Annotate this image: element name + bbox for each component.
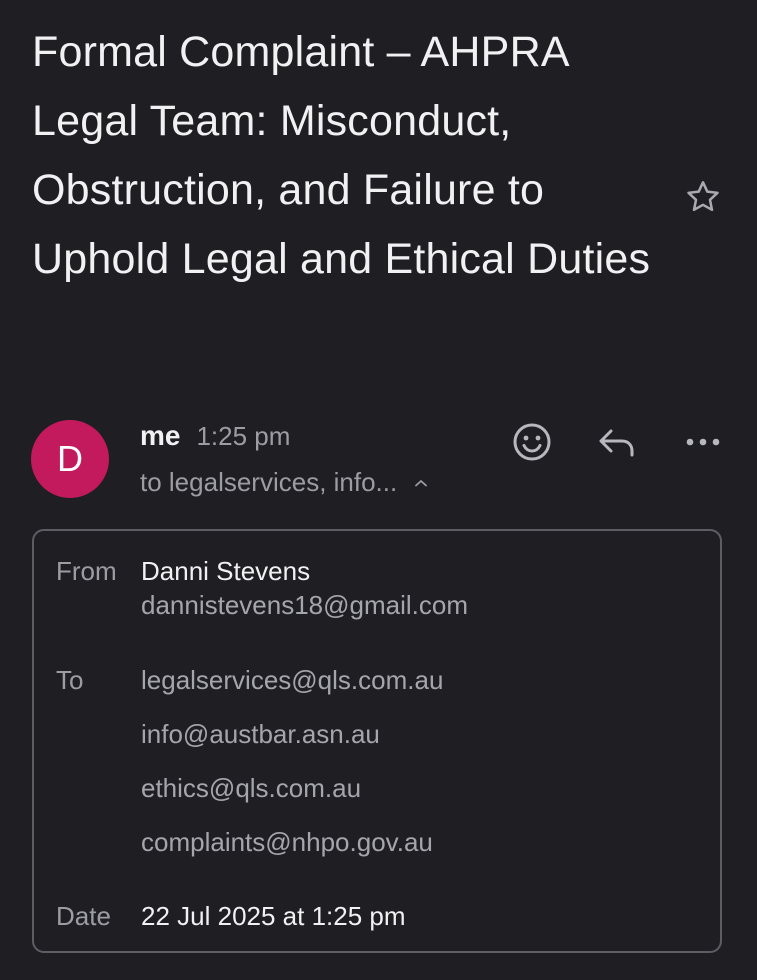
from-email[interactable]: dannistevens18@gmail.com — [141, 590, 468, 621]
to-address[interactable]: complaints@nhpo.gov.au — [141, 827, 433, 858]
date-value: 22 Jul 2025 at 1:25 pm — [141, 901, 406, 931]
avatar[interactable]: D — [31, 420, 109, 498]
recipients-toggle[interactable]: to legalservices, info... — [140, 467, 429, 498]
sent-time: 1:25 pm — [196, 421, 291, 451]
more-options-icon[interactable] — [682, 420, 726, 464]
sender-row: me 1:25 pm — [140, 420, 290, 462]
from-name: Danni Stevens — [141, 556, 311, 586]
message-details-panel: From Danni Stevens dannistevens18@gmail.… — [32, 529, 722, 953]
date-label: Date — [56, 901, 111, 931]
to-address[interactable]: ethics@qls.com.au — [141, 773, 361, 804]
to-address[interactable]: info@austbar.asn.au — [141, 719, 380, 750]
star-icon[interactable] — [683, 177, 723, 217]
reply-icon[interactable] — [596, 420, 640, 464]
sender-name: me — [140, 420, 181, 451]
emoji-reaction-icon[interactable] — [510, 420, 554, 464]
to-label: To — [56, 665, 84, 695]
chevron-up-icon — [415, 479, 428, 486]
recipients-summary: to legalservices, info... — [140, 467, 398, 497]
email-subject: Formal Complaint – AHPRA Legal Team: Mis… — [32, 28, 651, 283]
to-address[interactable]: legalservices@qls.com.au — [141, 665, 443, 696]
from-label: From — [56, 556, 117, 586]
